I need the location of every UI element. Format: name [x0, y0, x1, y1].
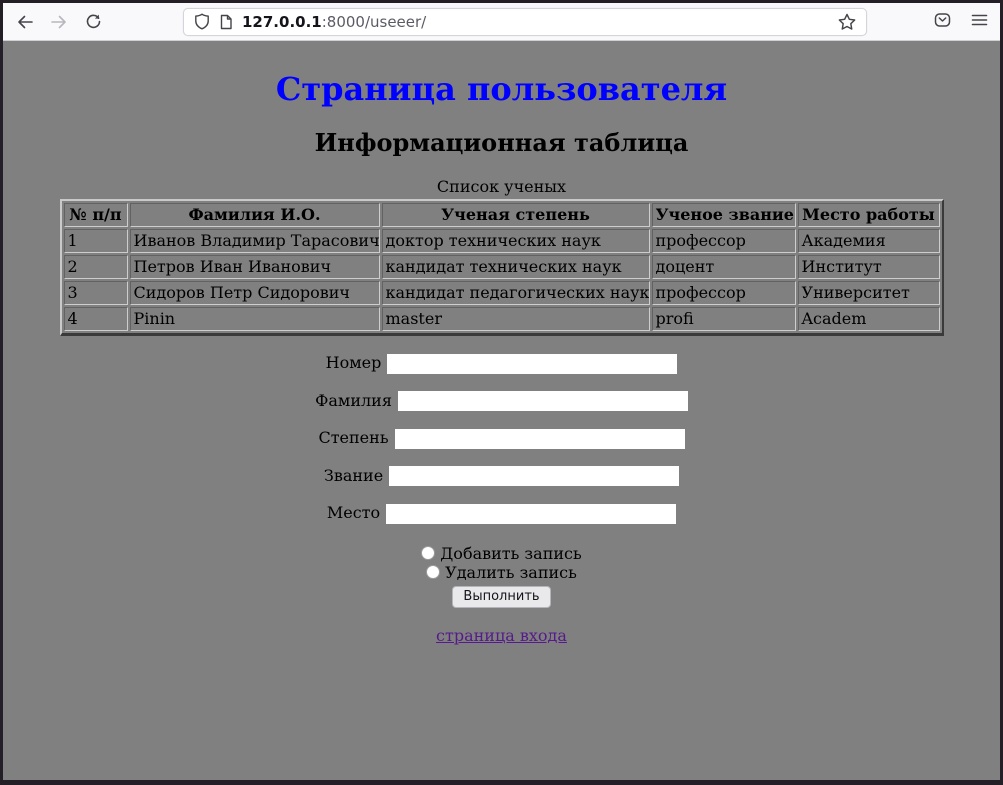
url-host: 127.0.0.1 — [242, 13, 322, 31]
back-button[interactable] — [11, 8, 39, 36]
page-icon[interactable] — [219, 14, 233, 30]
number-label: Номер — [326, 353, 382, 372]
table-cell: доктор технических наук — [382, 229, 650, 253]
add-record-label: Добавить запись — [440, 544, 581, 563]
table-cell: 3 — [64, 281, 128, 305]
pocket-button[interactable] — [934, 12, 951, 32]
table-cell: Academ — [798, 307, 940, 331]
surname-label: Фамилия — [315, 391, 392, 410]
reload-icon — [85, 13, 102, 30]
table-cell: profi — [652, 307, 796, 331]
url-text: 127.0.0.1:8000/useeer/ — [242, 13, 426, 31]
table-cell: профессор — [652, 229, 796, 253]
table-cell: Иванов Владимир Тарасович — [130, 229, 380, 253]
table-cell: Петров Иван Иванович — [130, 255, 380, 279]
forward-button[interactable] — [45, 8, 73, 36]
table-cell: 1 — [64, 229, 128, 253]
browser-window: 127.0.0.1:8000/useeer/ Страница пользова… — [0, 0, 1003, 785]
table-cell: кандидат педагогических наук — [382, 281, 650, 305]
delete-record-radio[interactable] — [426, 565, 440, 579]
rank-label: Звание — [324, 466, 383, 485]
table-cell: Сидоров Петр Сидорович — [130, 281, 380, 305]
form-row: Степень — [11, 428, 992, 449]
table-row: 2 Петров Иван Иванович кандидат техничес… — [64, 255, 940, 279]
table-row: 4 Pinin master profi Academ — [64, 307, 940, 331]
surname-field[interactable] — [398, 391, 688, 411]
place-field[interactable] — [386, 504, 676, 524]
bookmark-star-button[interactable] — [838, 13, 856, 31]
page-viewport: Страница пользователя Информационная таб… — [3, 41, 1000, 780]
table-cell: доцент — [652, 255, 796, 279]
form-row: Место — [11, 503, 992, 524]
form-row: Номер — [11, 353, 992, 374]
form-row: Звание — [11, 466, 992, 487]
table-cell: Университет — [798, 281, 940, 305]
menu-button[interactable] — [971, 12, 988, 31]
record-form: Номер Фамилия Степень Звание Место Добав… — [11, 353, 992, 608]
table-cell: 4 — [64, 307, 128, 331]
table-cell: Академия — [798, 229, 940, 253]
forward-icon — [50, 14, 68, 30]
degree-field[interactable] — [395, 429, 685, 449]
scientists-table: Список ученых № п/п Фамилия И.О. Ученая … — [60, 177, 944, 336]
degree-label: Степень — [318, 428, 388, 447]
radio-option-add[interactable]: Добавить запись — [11, 544, 992, 563]
table-cell: 2 — [64, 255, 128, 279]
table-header-row: № п/п Фамилия И.О. Ученая степень Ученое… — [64, 203, 940, 227]
add-record-radio[interactable] — [421, 546, 435, 560]
shield-icon[interactable] — [194, 13, 210, 30]
delete-record-label: Удалить запись — [445, 563, 577, 582]
column-header: Фамилия И.О. — [130, 203, 380, 227]
form-row: Фамилия — [11, 391, 992, 412]
execute-button[interactable]: Выполнить — [452, 586, 550, 608]
table-caption: Список ученых — [60, 177, 944, 199]
table-cell: master — [382, 307, 650, 331]
table-cell: профессор — [652, 281, 796, 305]
page-title: Страница пользователя — [11, 70, 992, 108]
place-label: Место — [327, 503, 380, 522]
rank-field[interactable] — [389, 466, 679, 486]
table-row: 1 Иванов Владимир Тарасович доктор техни… — [64, 229, 940, 253]
action-radio-group: Добавить запись Удалить запись — [11, 544, 992, 582]
browser-toolbar: 127.0.0.1:8000/useeer/ — [3, 3, 1000, 41]
radio-option-delete[interactable]: Удалить запись — [11, 563, 992, 582]
table-cell: Pinin — [130, 307, 380, 331]
table-cell: кандидат технических наук — [382, 255, 650, 279]
table-cell: Институт — [798, 255, 940, 279]
section-title: Информационная таблица — [11, 128, 992, 157]
column-header: № п/п — [64, 203, 128, 227]
column-header: Ученая степень — [382, 203, 650, 227]
back-icon — [16, 14, 34, 30]
column-header: Ученое звание — [652, 203, 796, 227]
reload-button[interactable] — [79, 8, 107, 36]
url-bar[interactable]: 127.0.0.1:8000/useeer/ — [183, 8, 867, 36]
table-row: 3 Сидоров Петр Сидорович кандидат педаго… — [64, 281, 940, 305]
column-header: Место работы — [798, 203, 940, 227]
login-page-link[interactable]: страница входа — [436, 626, 567, 645]
toolbar-right-icons — [934, 12, 988, 32]
url-path: :8000/useeer/ — [322, 13, 427, 31]
number-field[interactable] — [387, 354, 677, 374]
